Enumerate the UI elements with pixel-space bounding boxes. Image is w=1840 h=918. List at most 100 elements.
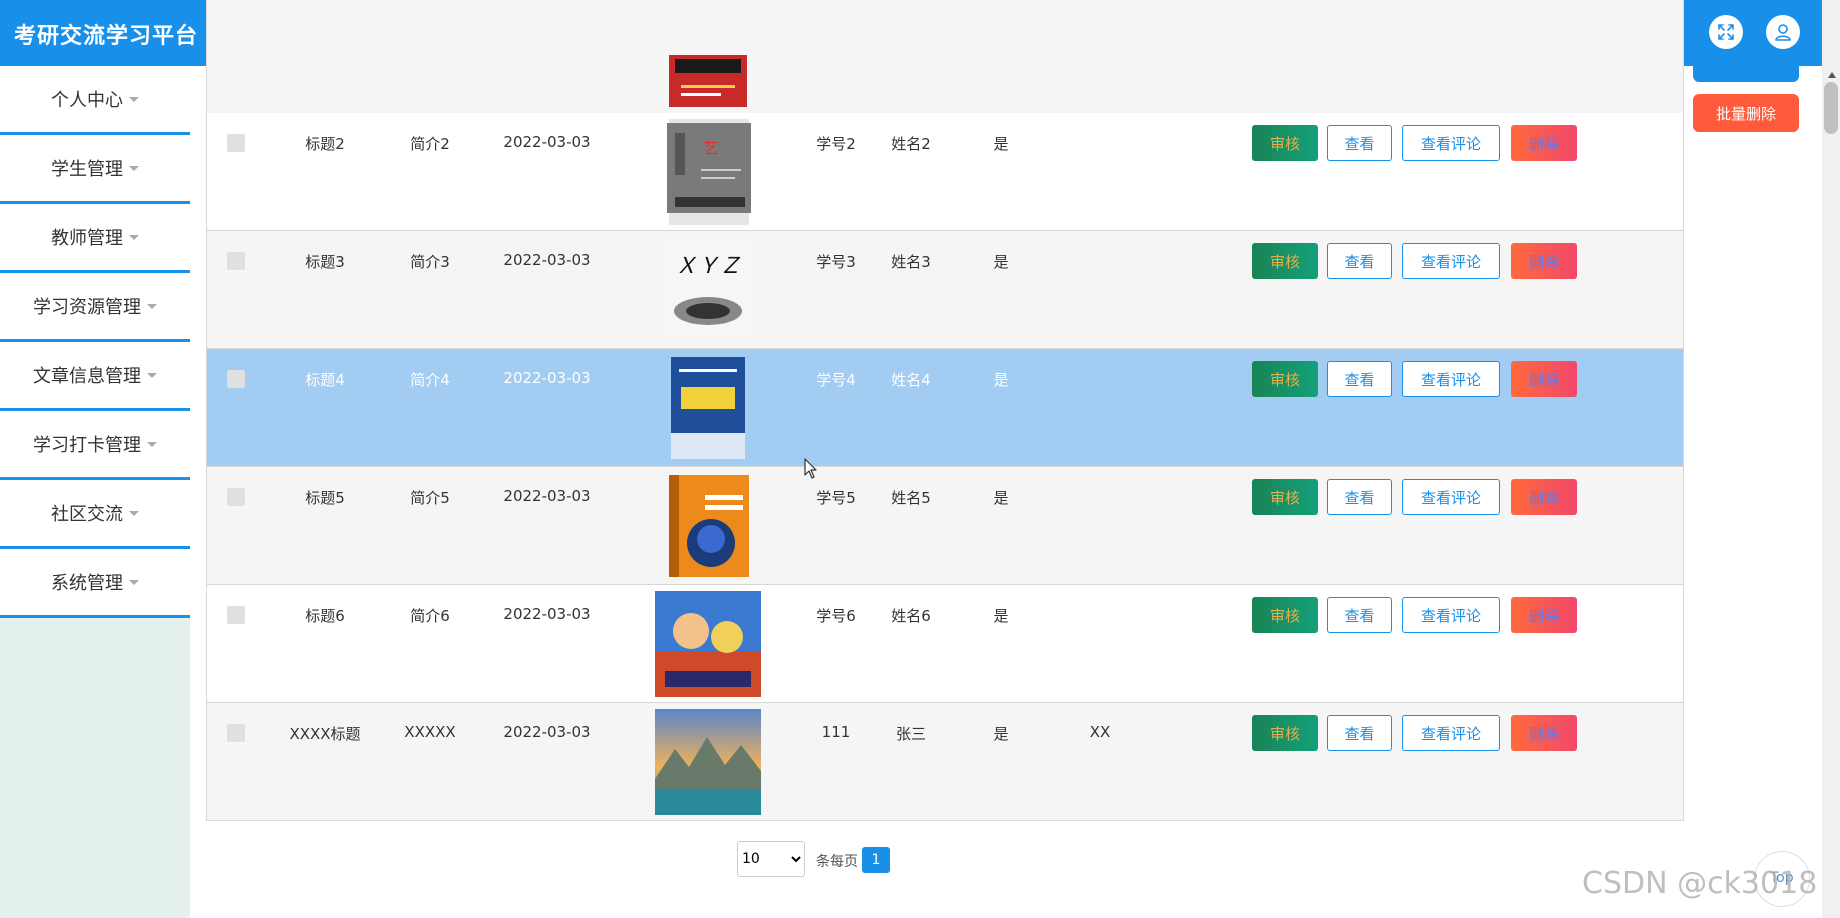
view-button[interactable]: 查看 — [1327, 715, 1392, 751]
table-row[interactable]: 标题6 简介6 2022-03-03 学号6 姓名6 是 审核 查看 查看评论 删除 — [207, 584, 1683, 702]
view-comments-button[interactable]: 查看评论 — [1402, 361, 1500, 397]
sidebar-item-article-management[interactable]: 文章信息管理 — [0, 342, 190, 411]
cell-intro: 简介2 — [410, 135, 450, 153]
cell-flag: 是 — [993, 725, 1009, 743]
cell-student-id: 学号4 — [816, 371, 856, 389]
data-table: 标题2 简介2 2022-03-03 艺学号2 姓名2 是审核 查看 查看评论 删除 标题3 简介3… — [206, 0, 1684, 821]
cell-name: 姓名3 — [891, 253, 931, 271]
view-comments-button[interactable]: 查看评论 — [1402, 125, 1500, 161]
page-size-select[interactable]: 10 — [737, 841, 805, 877]
scrollbar-thumb[interactable] — [1824, 82, 1838, 134]
add-button[interactable] — [1693, 50, 1799, 82]
sidebar-item-resource-management[interactable]: 学习资源管理 — [0, 273, 190, 342]
cell-flag: 是 — [993, 253, 1009, 271]
view-button[interactable]: 查看 — [1327, 243, 1392, 279]
page-number-button[interactable]: 1 — [862, 847, 890, 873]
user-icon — [1775, 24, 1791, 41]
sidebar-item-teacher-management[interactable]: 教师管理 — [0, 204, 190, 273]
row-checkbox[interactable] — [227, 134, 245, 152]
delete-button[interactable]: 删除 — [1511, 479, 1577, 515]
sidebar-item-label: 系统管理 — [51, 573, 123, 594]
sidebar-item-label: 教师管理 — [51, 228, 123, 249]
sidebar-item-system-management[interactable]: 系统管理 — [0, 549, 190, 618]
sidebar-item-student-management[interactable]: 学生管理 — [0, 135, 190, 204]
scroll-up-arrow-icon[interactable] — [1828, 72, 1836, 78]
cover-image: ＸＹＺ — [663, 239, 753, 341]
view-comments-button[interactable]: 查看评论 — [1402, 715, 1500, 751]
sidebar-item-personal-center[interactable]: 个人中心 — [0, 66, 190, 135]
audit-button[interactable]: 审核 — [1252, 715, 1318, 751]
cell-student-id: 111 — [821, 723, 851, 741]
cell-name: 张三 — [895, 725, 927, 743]
cell-name: 姓名2 — [891, 135, 931, 153]
audit-button[interactable]: 审核 — [1252, 125, 1318, 161]
sidebar-item-label: 学生管理 — [51, 159, 123, 180]
audit-button[interactable]: 审核 — [1252, 243, 1318, 279]
view-button[interactable]: 查看 — [1327, 125, 1392, 161]
cell-title: XXXX标题 — [289, 725, 361, 743]
view-comments-button[interactable]: 查看评论 — [1402, 479, 1500, 515]
audit-button[interactable]: 审核 — [1252, 361, 1318, 397]
sidebar-item-label: 个人中心 — [51, 90, 123, 111]
book-cover-image — [669, 55, 747, 107]
view-button[interactable]: 查看 — [1327, 597, 1392, 633]
cell-student-id: 学号3 — [816, 253, 856, 271]
cell-name: 姓名5 — [891, 489, 931, 507]
delete-button[interactable]: 删除 — [1511, 361, 1577, 397]
audit-button[interactable]: 审核 — [1252, 597, 1318, 633]
delete-button[interactable]: 删除 — [1511, 125, 1577, 161]
caret-down-icon — [147, 303, 157, 309]
fullscreen-icon — [1718, 24, 1734, 40]
sidebar-item-checkin-management[interactable]: 学习打卡管理 — [0, 411, 190, 480]
cell-intro: 简介4 — [410, 371, 450, 389]
scrollbar[interactable] — [1822, 0, 1840, 918]
cell-flag: 是 — [993, 607, 1009, 625]
cell-intro: 简介5 — [410, 489, 450, 507]
row-checkbox[interactable] — [227, 724, 245, 742]
cell-flag: 是 — [993, 489, 1009, 507]
batch-delete-button[interactable]: 批量删除 — [1693, 94, 1799, 132]
caret-down-icon — [129, 165, 139, 171]
view-button[interactable]: 查看 — [1327, 479, 1392, 515]
table-row[interactable]: XXXX标题 XXXXX 2022-03-03 111 张三 是 XX 审核 查看 查看评论 删除 — [207, 702, 1683, 820]
cell-date: 2022-03-03 — [503, 723, 591, 741]
caret-down-icon — [129, 579, 139, 585]
row-checkbox[interactable] — [227, 488, 245, 506]
cover-image — [669, 475, 749, 577]
table-row[interactable]: 标题2 简介2 2022-03-03 艺 学号2 姓名2 是 审核 查看 查看评论 删除 — [207, 113, 1683, 230]
sidebar: 个人中心 学生管理 教师管理 学习资源管理 文章信息管理 学习打卡管理 社区交流… — [0, 66, 190, 918]
cell-intro: 简介6 — [410, 607, 450, 625]
delete-button[interactable]: 删除 — [1511, 243, 1577, 279]
user-menu-button[interactable] — [1766, 15, 1800, 49]
cell-name: 姓名4 — [891, 371, 931, 389]
row-checkbox[interactable] — [227, 606, 245, 624]
fullscreen-button[interactable] — [1709, 15, 1743, 49]
cell-student-id: 学号6 — [816, 607, 856, 625]
cover-image — [655, 709, 761, 815]
cell-title: 标题6 — [305, 607, 345, 625]
cover-image — [655, 591, 761, 697]
cell-title: 标题4 — [305, 371, 345, 389]
row-checkbox[interactable] — [227, 370, 245, 388]
sidebar-item-community[interactable]: 社区交流 — [0, 480, 190, 549]
audit-button[interactable]: 审核 — [1252, 479, 1318, 515]
view-comments-button[interactable]: 查看评论 — [1402, 597, 1500, 633]
caret-down-icon — [129, 96, 139, 102]
per-page-label: 条每页 — [816, 854, 858, 870]
delete-button[interactable]: 删除 — [1511, 597, 1577, 633]
table-row[interactable]: 标题3 简介3 2022-03-03 ＸＹＺ 学号3 姓名3 是 审核 查看 查看评论 删除 — [207, 230, 1683, 348]
cell-date: 2022-03-03 — [503, 251, 591, 269]
view-button[interactable]: 查看 — [1327, 361, 1392, 397]
delete-button[interactable]: 删除 — [1511, 715, 1577, 751]
view-comments-button[interactable]: 查看评论 — [1402, 243, 1500, 279]
cell-student-id: 学号2 — [816, 135, 856, 153]
caret-down-icon — [147, 441, 157, 447]
cell-title: 标题5 — [305, 489, 345, 507]
cell-flag: 是 — [993, 135, 1009, 153]
cell-extra: XX — [1089, 723, 1111, 741]
caret-down-icon — [129, 234, 139, 240]
table-row[interactable]: 标题4 简介4 2022-03-03 学号4 姓名4 是 审核 查看 查看评论 删除 — [207, 348, 1683, 466]
cover-image — [671, 357, 745, 459]
row-checkbox[interactable] — [227, 252, 245, 270]
table-row[interactable]: 标题5 简介5 2022-03-03 学号5 姓名5 是 审核 查看 查看评论 删除 — [207, 466, 1683, 584]
